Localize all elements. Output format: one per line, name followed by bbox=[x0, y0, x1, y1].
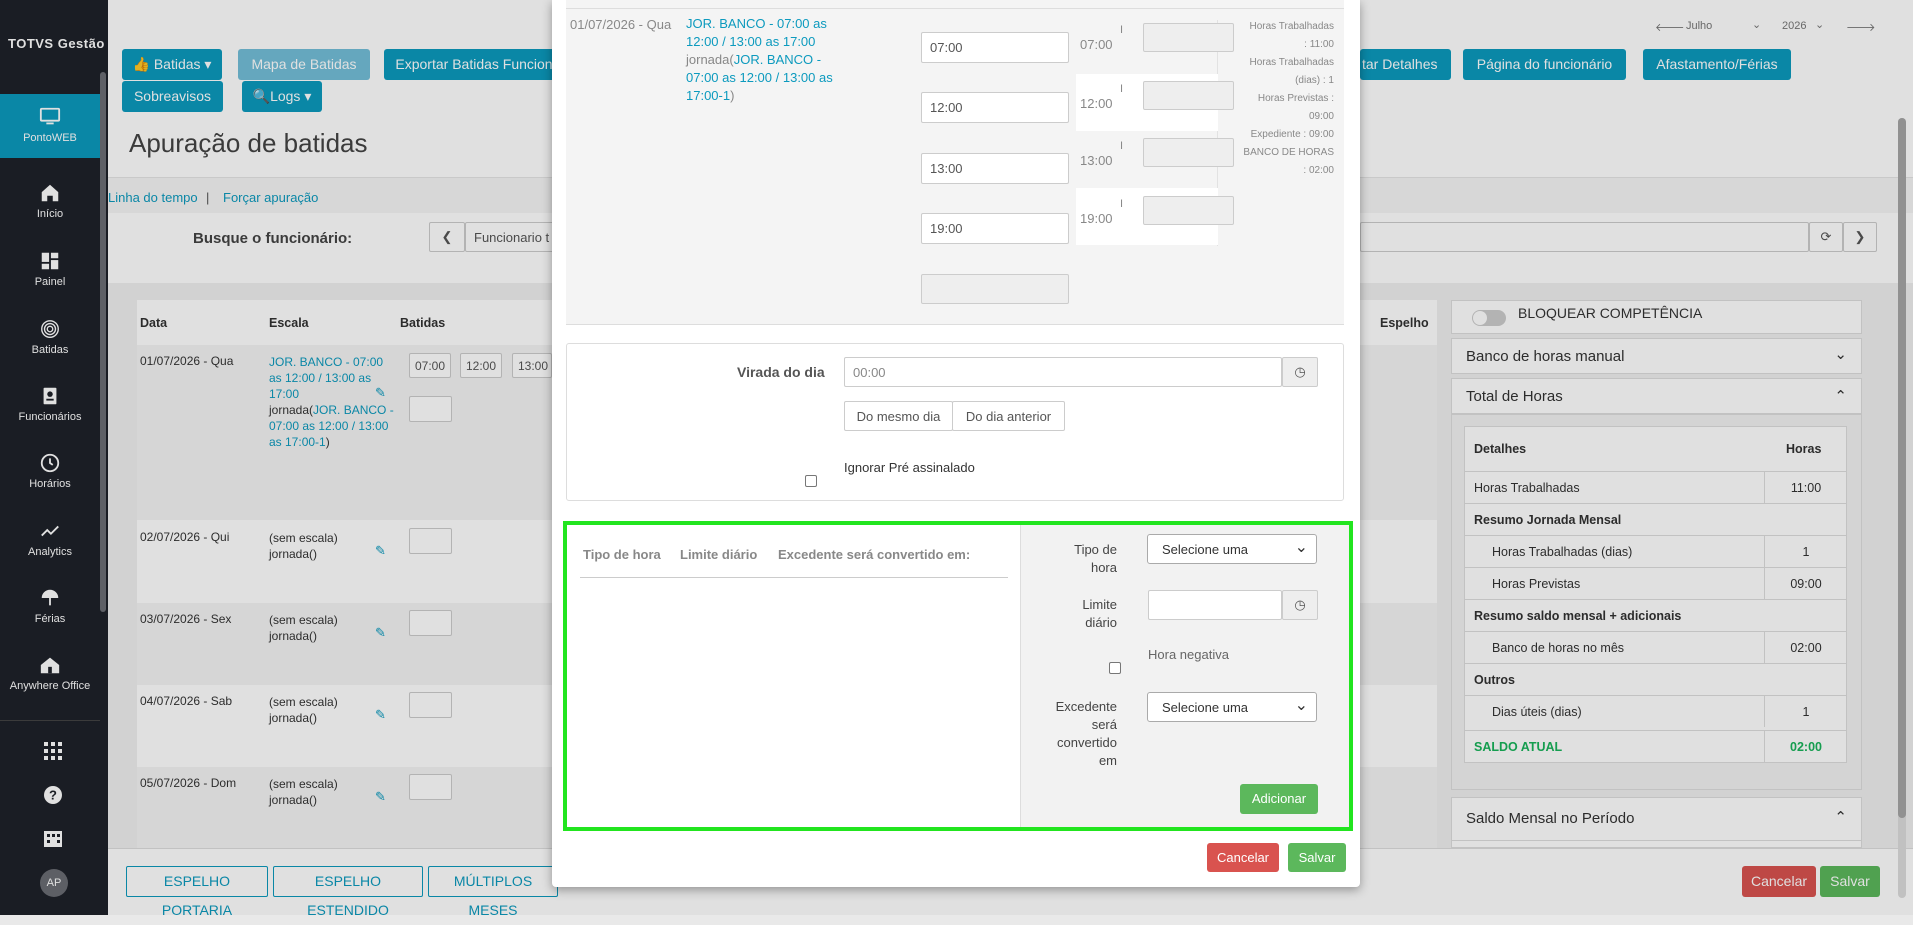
clock-icon[interactable]: ◷ bbox=[1282, 590, 1318, 620]
dia-anterior-button[interactable]: Do dia anterior bbox=[952, 401, 1065, 431]
tick-mark: I bbox=[1120, 140, 1124, 152]
batida-input[interactable]: 19:00 bbox=[921, 213, 1069, 244]
escala-link[interactable]: JOR. BANCO - 07:00 as 12:00 / 13:00 as 1… bbox=[686, 16, 827, 49]
divider bbox=[566, 8, 1344, 9]
batida-input[interactable]: 07:00 bbox=[921, 32, 1069, 63]
summary-line: Horas Previstas : bbox=[1257, 93, 1334, 104]
tick-mark: I bbox=[1120, 198, 1124, 210]
col-tipo-hora: Tipo de hora bbox=[583, 547, 661, 562]
label-line: será bbox=[1091, 717, 1117, 732]
modal-escala: JOR. BANCO - 07:00 as 12:00 / 13:00 as 1… bbox=[686, 15, 846, 105]
hora-negativa-label: Hora negativa bbox=[1148, 647, 1229, 662]
edit-day-modal: 01/07/2026 - Qua JOR. BANCO - 07:00 as 1… bbox=[552, 0, 1360, 887]
batida-input-new[interactable] bbox=[921, 274, 1069, 304]
ignorar-checkbox[interactable] bbox=[805, 475, 817, 487]
ignorar-label: Ignorar Pré assinalado bbox=[844, 460, 975, 475]
modal-cancel-button[interactable]: Cancelar bbox=[1207, 843, 1279, 872]
tipo-hora-label: Tipo de hora bbox=[1057, 541, 1117, 577]
prevista-time: 07:00 bbox=[1080, 37, 1113, 52]
label-line: Excedente bbox=[1055, 699, 1117, 714]
summary-line: 09:00 bbox=[1308, 111, 1334, 122]
hora-negativa-checkbox[interactable] bbox=[1109, 662, 1121, 674]
tick-mark: I bbox=[1120, 83, 1124, 95]
prevista-box bbox=[1143, 81, 1234, 110]
limite-diario-input[interactable] bbox=[1148, 590, 1282, 620]
prevista-box bbox=[1143, 196, 1234, 225]
divider bbox=[580, 577, 1008, 578]
adicionar-button[interactable]: Adicionar bbox=[1240, 784, 1318, 814]
prevista-time: 19:00 bbox=[1080, 211, 1113, 226]
summary-line: (dias) : 1 bbox=[1295, 75, 1334, 86]
summary-line: Horas Trabalhadas bbox=[1249, 21, 1335, 32]
jornada-suffix: ) bbox=[730, 88, 735, 103]
label-line: convertido bbox=[1057, 735, 1117, 750]
modal-save-button[interactable]: Salvar bbox=[1288, 843, 1346, 872]
modal-date: 01/07/2026 - Qua bbox=[570, 17, 672, 32]
jornada-prefix: jornada( bbox=[686, 52, 734, 67]
excedente-label: Excedente será convertido em bbox=[1047, 698, 1117, 770]
label-line: hora bbox=[1090, 560, 1117, 575]
prevista-box bbox=[1143, 23, 1234, 52]
clock-icon[interactable]: ◷ bbox=[1282, 357, 1318, 387]
virada-placeholder: 00:00 bbox=[853, 364, 886, 380]
summary-line: : 11:00 bbox=[1304, 39, 1334, 50]
prevista-box bbox=[1143, 138, 1234, 167]
day-summary: Horas Trabalhadas : 11:00 Horas Trabalhada… bbox=[1228, 18, 1334, 180]
mesmo-dia-button[interactable]: Do mesmo dia bbox=[844, 401, 953, 431]
virada-input[interactable]: 00:00 bbox=[844, 357, 1282, 387]
excedente-select[interactable]: Selecione uma bbox=[1147, 692, 1317, 722]
prevista-time: 13:00 bbox=[1080, 153, 1113, 168]
limite-diario-label: Limite diário bbox=[1057, 596, 1117, 632]
prevista-time: 12:00 bbox=[1080, 96, 1113, 111]
batida-input[interactable]: 13:00 bbox=[921, 153, 1069, 184]
col-limite-diario: Limite diário bbox=[680, 547, 758, 562]
virada-label: Virada do dia bbox=[737, 364, 825, 380]
batida-input[interactable]: 12:00 bbox=[921, 92, 1069, 123]
summary-line: BANCO DE HORAS bbox=[1243, 147, 1334, 158]
label-line: Tipo de bbox=[1074, 542, 1117, 557]
summary-line: : 02:00 bbox=[1303, 165, 1334, 176]
tipo-hora-select[interactable]: Selecione uma bbox=[1147, 534, 1317, 564]
tick-mark: I bbox=[1120, 24, 1124, 36]
label-line: em bbox=[1098, 753, 1117, 768]
col-excedente: Excedente será convertido em: bbox=[778, 547, 971, 562]
summary-line: Horas Trabalhadas bbox=[1249, 57, 1335, 68]
label-line: Limite bbox=[1082, 597, 1117, 612]
summary-line: Expediente : 09:00 bbox=[1250, 129, 1334, 140]
label-line: diário bbox=[1085, 615, 1117, 630]
